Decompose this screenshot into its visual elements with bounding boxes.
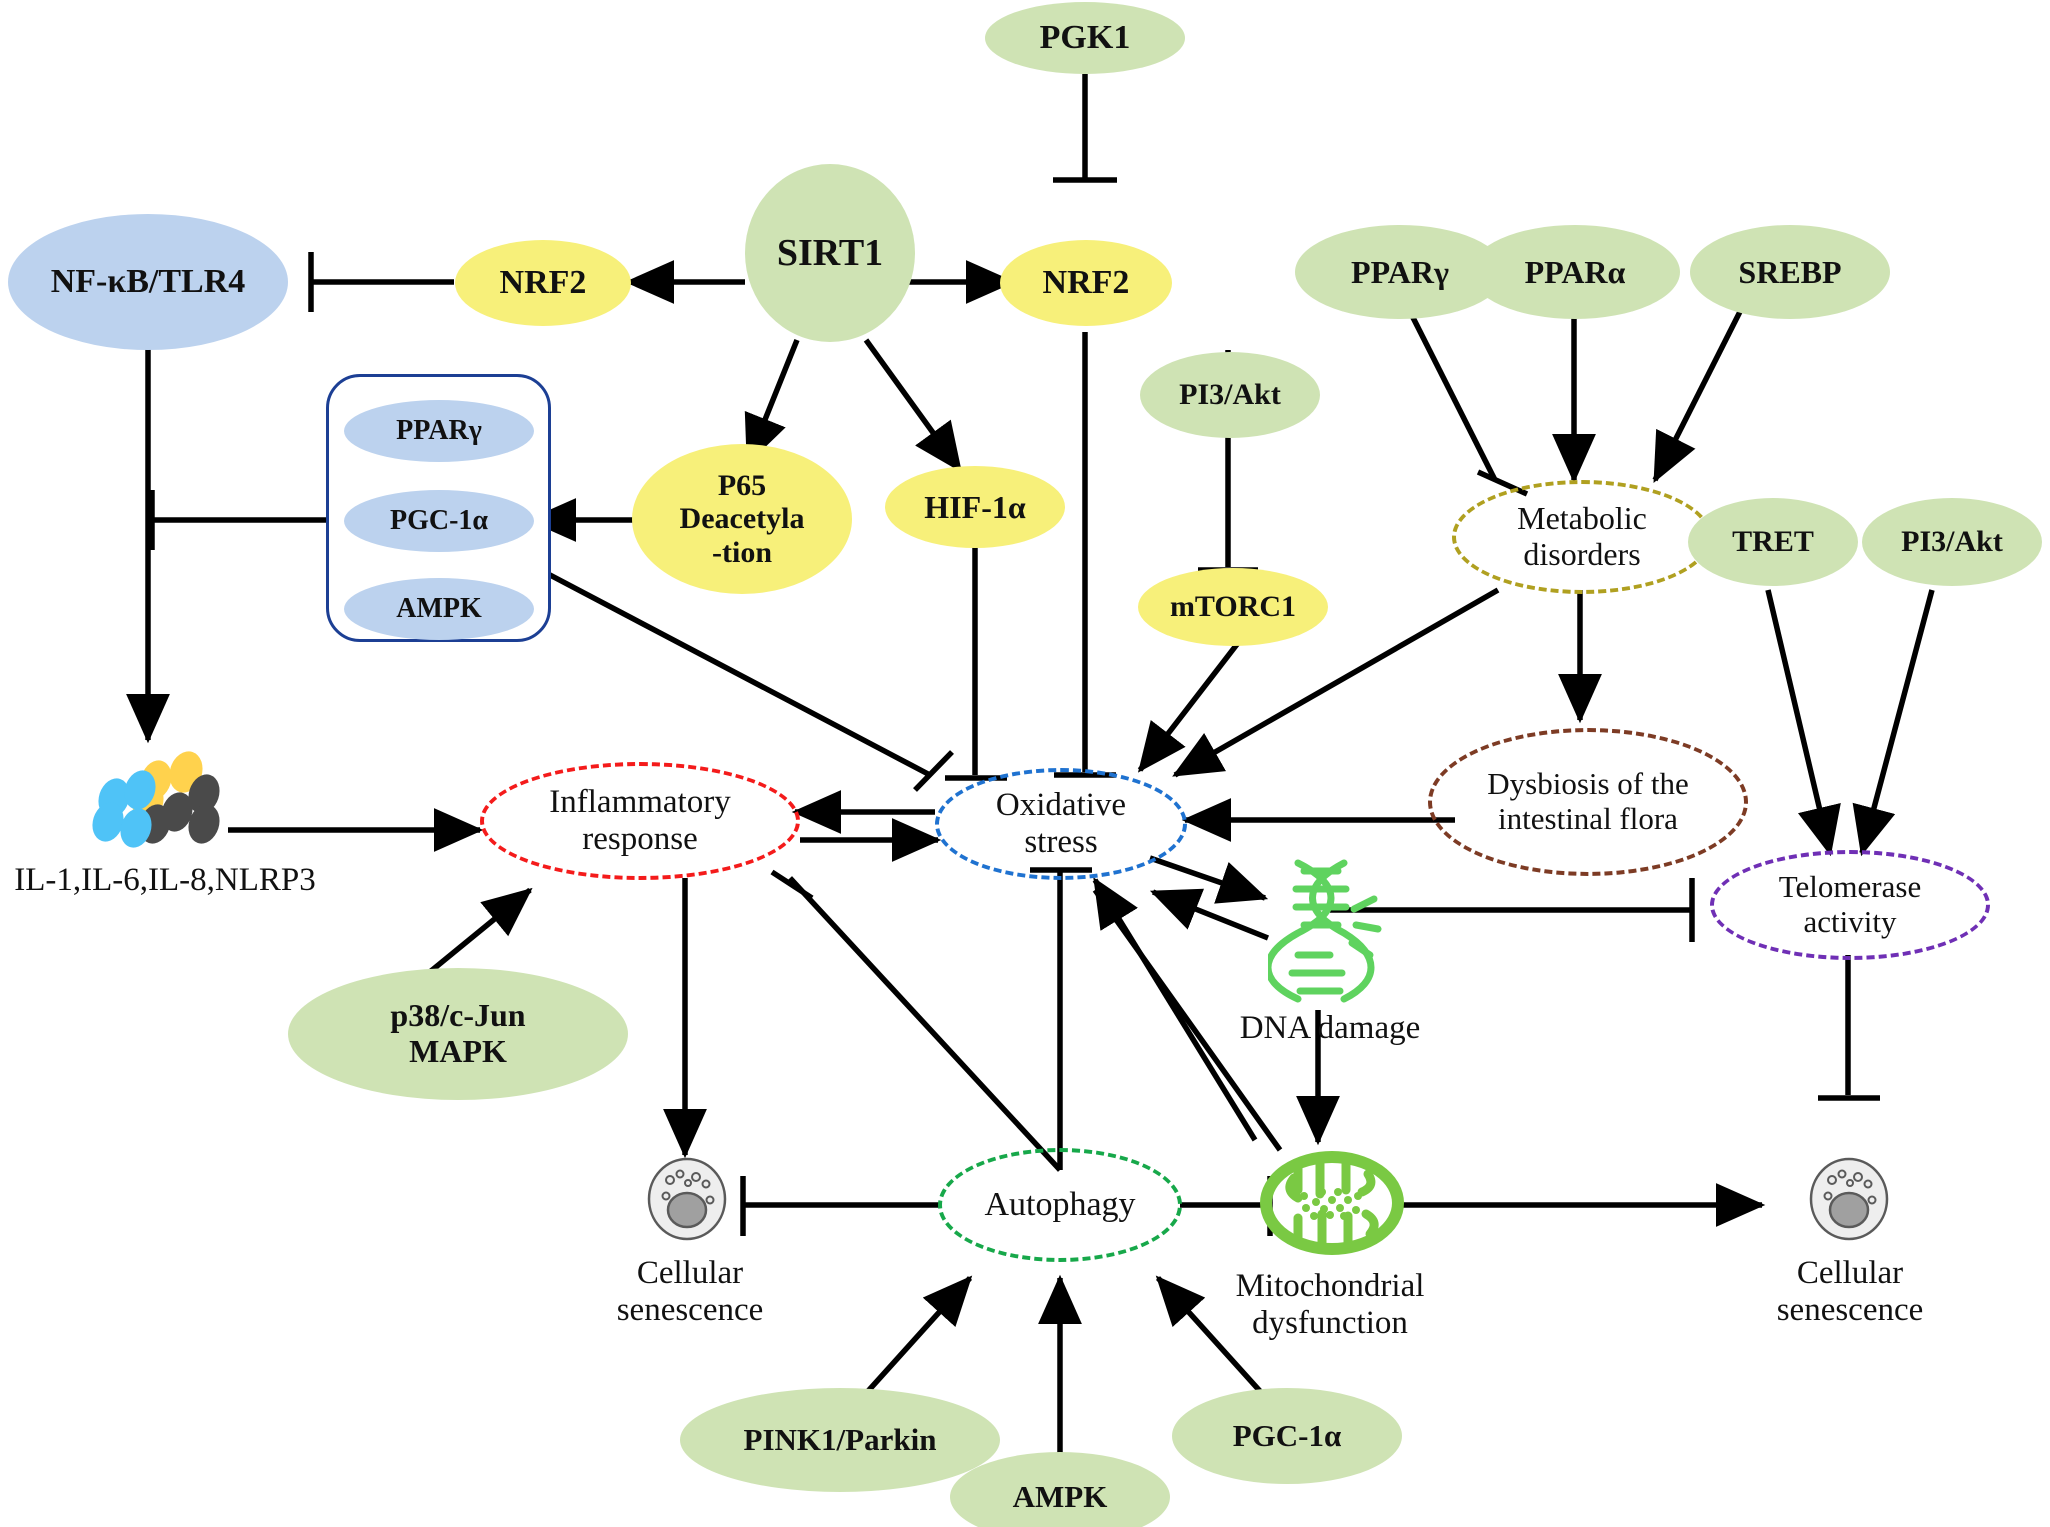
node-label-tret: TRET	[1732, 525, 1814, 558]
node-dysbiosis[interactable]: Dysbiosis of the intestinal flora	[1428, 728, 1748, 876]
node-nfkb-tlr4[interactable]: NF-κB/TLR4	[8, 214, 288, 350]
node-label-hif1a: HIF-1α	[924, 488, 1026, 525]
node-label-dysbiosis-line2: intestinal flora	[1498, 801, 1678, 836]
senescence-right-line1: Cellular	[1796, 1255, 1904, 1291]
node-oxidative-stress[interactable]: Oxidative stress	[935, 768, 1187, 880]
node-metabolic-disorders[interactable]: Metabolic disorders	[1452, 480, 1712, 594]
node-label-pgc1a-box: PGC-1α	[389, 505, 489, 536]
mito-line2: dysfunction	[1252, 1304, 1408, 1341]
node-label-pi3-akt-right: PI3/Akt	[1901, 525, 2003, 558]
node-pi3-akt-mid[interactable]: PI3/Akt	[1140, 352, 1320, 438]
node-label-dysbiosis-line1: Dysbiosis of the	[1487, 766, 1689, 802]
node-nrf2-right[interactable]: NRF2	[1000, 240, 1172, 326]
dna-helix-icon	[1264, 855, 1390, 1005]
edge-autophagy-inflammatory	[787, 876, 1063, 1172]
node-label-p38-line2: MAPK	[409, 1033, 507, 1069]
node-label-pi3-akt-mid: PI3/Akt	[1179, 378, 1281, 411]
node-telomerase-activity[interactable]: Telomerase activity	[1710, 850, 1990, 960]
cytokines-label: IL-1,IL-6,IL-8,NLRP3	[0, 862, 330, 899]
node-ppar-gamma-box[interactable]: PPARγ	[344, 400, 534, 462]
pathway-diagram-canvas: PGK1 NF-κB/TLR4 NRF2 SIRT1 NRF2 PPARγ PP…	[0, 0, 2050, 1527]
node-label-p65-line2: Deacetyla	[679, 502, 805, 536]
node-label-nfkb-tlr4: NF-κB/TLR4	[50, 263, 246, 300]
node-label-metabolic-line1: Metabolic	[1517, 500, 1647, 537]
node-label-pink1-parkin: PINK1/Parkin	[743, 1422, 937, 1457]
edge-tret-telomerase	[1765, 589, 1841, 857]
node-label-autophagy: Autophagy	[984, 1186, 1136, 1223]
node-p38-cjun-mapk[interactable]: p38/c-Jun MAPK	[288, 968, 628, 1100]
dna-damage-label: DNA damage	[1200, 1010, 1460, 1047]
node-ampk-box[interactable]: AMPK	[344, 578, 534, 640]
node-label-nrf2-right: NRF2	[1042, 264, 1130, 301]
edge-pi3akt-telomerase	[1852, 589, 1935, 857]
node-mtorc1[interactable]: mTORC1	[1138, 568, 1328, 646]
node-tret[interactable]: TRET	[1688, 498, 1858, 586]
node-label-p65-line3: -tion	[712, 535, 772, 569]
node-label-telomerase-line1: Telomerase	[1778, 869, 1922, 905]
node-label-p38-line1: p38/c-Jun	[390, 997, 526, 1034]
node-pink1-parkin[interactable]: PINK1/Parkin	[680, 1388, 1000, 1492]
node-label-oxidative-line2: stress	[1024, 824, 1098, 860]
node-hif1a[interactable]: HIF-1α	[885, 466, 1065, 548]
mitochondrion-icon	[1258, 1148, 1406, 1258]
node-label-oxidative-line1: Oxidative	[995, 787, 1127, 824]
node-label-inflammatory-line1: Inflammatory	[549, 784, 731, 821]
node-label-nrf2-left: NRF2	[499, 264, 587, 301]
cellular-senescence-label-right: Cellular senescence	[1720, 1255, 1980, 1329]
node-ppar-alpha[interactable]: PPARα	[1470, 225, 1680, 319]
node-label-telomerase-line2: activity	[1803, 904, 1897, 939]
node-label-ppar-gamma-box: PPARγ	[396, 415, 482, 446]
node-srebp[interactable]: SREBP	[1690, 225, 1890, 319]
node-label-p65-line1: P65	[717, 468, 767, 502]
node-label-ppar-alpha: PPARα	[1524, 253, 1626, 290]
node-label-pgc1a-bottom: PGC-1α	[1232, 1418, 1342, 1453]
node-label-inflammatory-line2: response	[582, 821, 698, 857]
senescence-left-line2: senescence	[616, 1291, 764, 1328]
node-label-ampk-box: AMPK	[396, 593, 482, 624]
node-label-sirt1: SIRT1	[776, 232, 884, 274]
edge-dna-oxidative	[1149, 888, 1270, 941]
node-label-pgk1: PGK1	[1039, 19, 1131, 56]
node-label-ppar-gamma-top: PPARγ	[1351, 253, 1449, 290]
cytokines-text: IL-1,IL-6,IL-8,NLRP3	[14, 862, 316, 898]
edge-mtorc1-oxidative	[1137, 628, 1251, 773]
cellular-senescence-label-left: Cellular senescence	[560, 1255, 820, 1329]
node-inflammatory-response[interactable]: Inflammatory response	[480, 762, 800, 880]
node-label-ampk-bottom: AMPK	[1012, 1479, 1108, 1514]
senescent-cell-icon-right	[1802, 1152, 1896, 1246]
node-pgc1a-bottom[interactable]: PGC-1α	[1172, 1388, 1402, 1484]
node-p65-deacetylation[interactable]: P65 Deacetyla -tion	[632, 444, 852, 594]
senescence-right-line2: senescence	[1776, 1291, 1924, 1328]
mito-line1: Mitochondrial	[1235, 1268, 1425, 1304]
node-autophagy[interactable]: Autophagy	[938, 1148, 1182, 1262]
edge-oxidative-dna	[1149, 855, 1269, 904]
node-pgk1[interactable]: PGK1	[985, 2, 1185, 74]
node-sirt1[interactable]: SIRT1	[745, 164, 915, 342]
edge-pink1-autophagy	[857, 1275, 973, 1402]
mitochondrial-dysfunction-label: Mitochondrial dysfunction	[1195, 1268, 1465, 1342]
node-pgc1a-box[interactable]: PGC-1α	[344, 490, 534, 552]
node-label-mtorc1: mTORC1	[1169, 590, 1297, 623]
node-nrf2-left[interactable]: NRF2	[455, 240, 631, 326]
node-label-srebp: SREBP	[1738, 253, 1842, 290]
edge-p38-inflammatory	[418, 887, 533, 983]
dna-damage-text: DNA damage	[1239, 1010, 1421, 1046]
edge-sirt1-hif1a	[863, 338, 963, 473]
senescence-left-line1: Cellular	[636, 1255, 744, 1291]
senescent-cell-icon-left	[640, 1152, 734, 1246]
node-pi3-akt-right[interactable]: PI3/Akt	[1862, 498, 2042, 586]
cytokine-cluster-icon	[78, 750, 228, 860]
node-label-metabolic-line2: disorders	[1523, 536, 1641, 572]
